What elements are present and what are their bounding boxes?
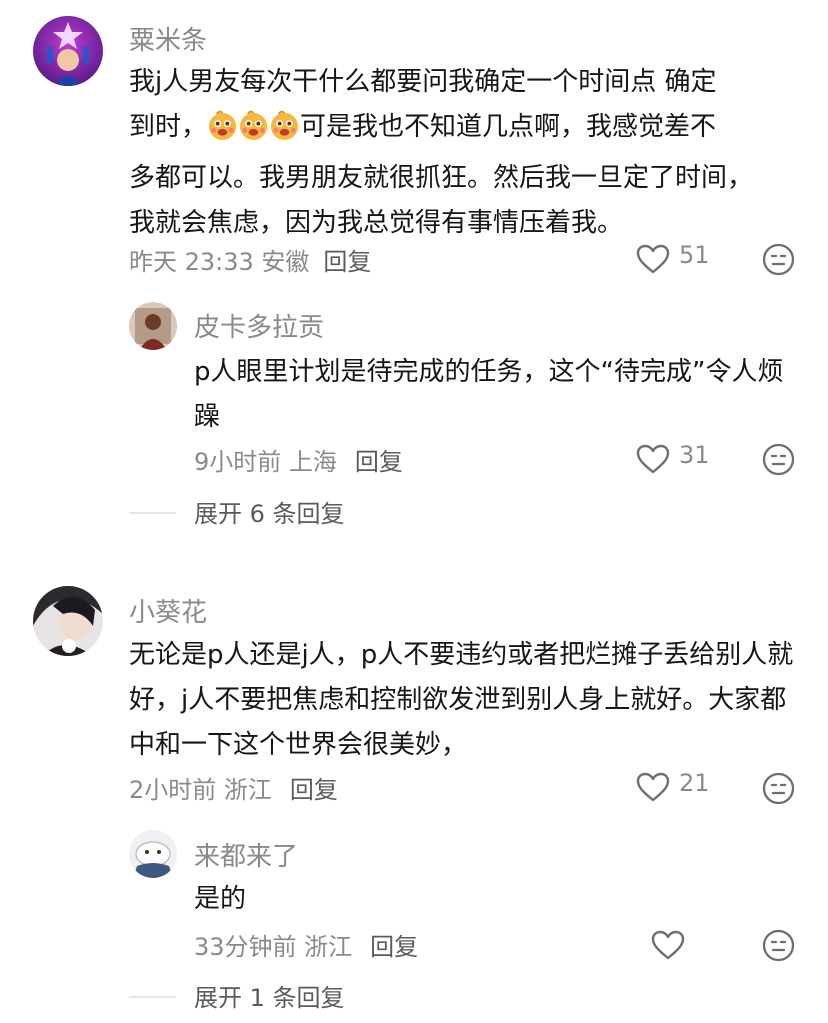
heart-icon [636,244,670,274]
reply-meta: 9小时前 上海 回复 [194,442,403,477]
avatar[interactable] [33,586,103,656]
comment-text-line: 多都可以。我男朋友就很抓狂。然后我一旦定了时间，我就会焦虑，因为我总觉得有事情压… [129,163,754,238]
time-location: 2小时前 浙江 [129,776,272,804]
avatar[interactable] [33,16,103,86]
neutral-face-icon [762,929,795,962]
neutral-face-icon [762,243,795,276]
reply-text: p人眼里计划是待完成的任务，这个“待完成”令人烦躁 [194,357,784,432]
reply-button[interactable]: 回复 [290,776,338,804]
comment-username[interactable]: 粟米条 [129,20,207,57]
grinning-emoji-icon [207,110,238,156]
grinning-emoji-icon [269,110,300,156]
reply-button[interactable]: 回复 [355,448,403,476]
heart-icon [636,772,670,802]
like-count: 21 [679,769,710,797]
comment-meta: 2小时前 浙江 回复 [129,770,338,805]
emoji-reaction-button[interactable] [762,443,795,476]
emoji-reaction-button[interactable] [762,243,795,276]
avatar[interactable] [129,302,177,350]
like-button[interactable] [636,772,670,802]
avatar[interactable] [129,830,177,878]
neutral-face-icon [762,443,795,476]
like-count: 31 [679,441,710,469]
comment-text-line: 到时， 可是我也不知道几点啊，我感觉差不 [129,105,799,156]
comment-meta: 昨天 23:33 安徽 回复 [129,242,371,277]
emoji-reaction-button[interactable] [762,772,795,805]
time-location: 9小时前 上海 [194,448,337,476]
time-location: 33分钟前 浙江 [194,933,353,961]
reply-button[interactable]: 回复 [323,248,371,276]
comment-text-fragment: 可是我也不知道几点啊，我感觉差不 [300,112,717,142]
heart-icon [636,444,670,474]
expand-replies-button[interactable]: 展开 6 条回复 [194,494,345,529]
heart-icon [651,930,685,960]
emoji-reaction-button[interactable] [762,929,795,962]
like-count: 51 [679,241,710,269]
like-button[interactable] [636,244,670,274]
comment-text: 我j人男友每次干什么都要问我确定一个时间点 确定 到时， 可是我也不知道几点啊，我… [129,60,799,246]
divider [129,512,176,514]
reply-text: 是的 [194,884,247,914]
divider [129,996,176,998]
grinning-emoji-icon [238,110,269,156]
comment-text: 无论是p人还是j人，p人不要违约或者把烂摊子丢给别人就好，j人不要把焦虑和控制欲… [129,640,794,760]
reply-username[interactable]: 皮卡多拉贡 [194,307,324,344]
like-button[interactable] [651,930,685,960]
time-location: 昨天 23:33 安徽 [129,248,310,276]
reply-username[interactable]: 来都来了 [194,836,298,873]
comment-text-line: 我j人男友每次干什么都要问我确定一个时间点 确定 [129,67,717,97]
comment-username[interactable]: 小葵花 [129,592,207,629]
neutral-face-icon [762,772,795,805]
reply-meta: 33分钟前 浙江 回复 [194,927,418,962]
like-button[interactable] [636,444,670,474]
reply-button[interactable]: 回复 [370,933,418,961]
expand-replies-button[interactable]: 展开 1 条回复 [194,978,345,1013]
comment-text-fragment: 到时， [129,112,208,142]
